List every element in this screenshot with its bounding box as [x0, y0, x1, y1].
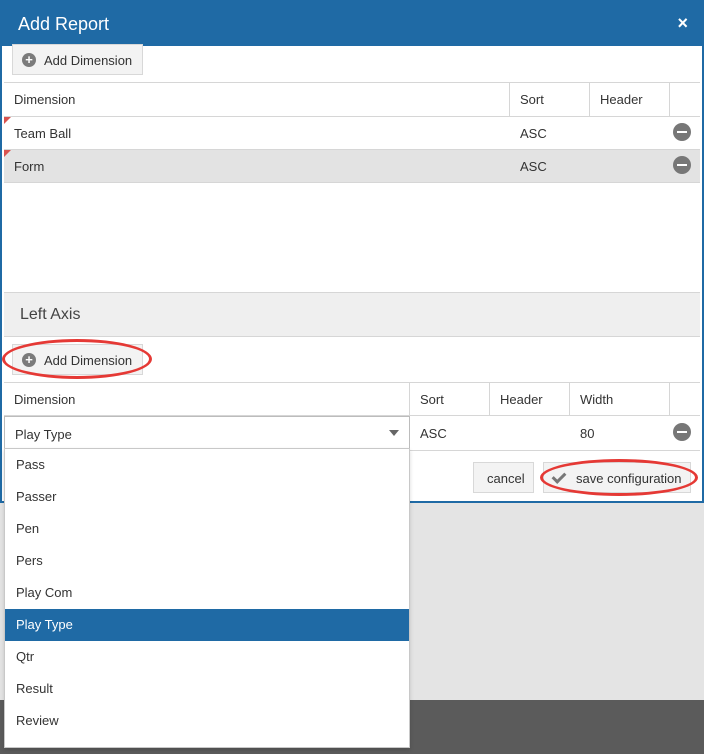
divider	[589, 82, 590, 116]
divider	[409, 382, 410, 415]
divider	[4, 82, 700, 83]
close-icon[interactable]: ×	[677, 13, 688, 34]
dropdown-option[interactable]: Pers	[5, 545, 409, 577]
row-dimension: Form	[14, 159, 45, 174]
left-axis-header: Left Axis	[4, 292, 700, 337]
column-header-sort: Sort	[520, 92, 544, 107]
divider	[4, 182, 700, 183]
save-configuration-button[interactable]: save configuration	[543, 462, 691, 493]
dropdown-option[interactable]: Pass	[5, 449, 409, 481]
column-header-header: Header	[500, 392, 543, 407]
check-icon	[551, 469, 567, 484]
cancel-label: cancel	[487, 471, 525, 486]
row-dimension: Team Ball	[14, 126, 72, 141]
divider	[669, 382, 670, 415]
dropdown-option[interactable]: Play Com	[5, 577, 409, 609]
divider	[669, 82, 670, 116]
add-dimension-label: Add Dimension	[44, 353, 133, 368]
table-row[interactable]: Team Ball ASC	[4, 117, 700, 149]
divider	[569, 382, 570, 415]
dropdown-option[interactable]: Pen	[5, 513, 409, 545]
save-configuration-label: save configuration	[576, 471, 682, 486]
row-sort: ASC	[520, 126, 547, 141]
plus-circle-icon: +	[22, 53, 36, 67]
modal-titlebar: Add Report ×	[2, 2, 702, 46]
cancel-button[interactable]: cancel	[473, 462, 534, 493]
dimension-dropdown-list: Pass Passer Pen Pers Play Com Play Type …	[4, 448, 410, 748]
dropdown-option[interactable]: Result	[5, 673, 409, 705]
table-row[interactable]: Form ASC	[4, 150, 700, 182]
row-width: 80	[580, 426, 595, 441]
row-sort: ASC	[420, 426, 447, 441]
modified-flag	[4, 150, 11, 157]
dropdown-option-selected[interactable]: Play Type	[5, 609, 409, 641]
add-dimension-label: Add Dimension	[44, 53, 133, 68]
remove-row-icon[interactable]	[673, 156, 691, 174]
column-header-header: Header	[600, 92, 643, 107]
dimension-select[interactable]: Play Type	[4, 416, 410, 449]
column-header-dimension: Dimension	[14, 92, 76, 107]
left-axis-title: Left Axis	[20, 306, 81, 323]
column-header-width: Width	[580, 392, 614, 407]
divider	[4, 382, 700, 383]
modified-flag	[4, 117, 11, 124]
add-dimension-button-top[interactable]: + Add Dimension	[12, 44, 143, 75]
add-dimension-button-left-axis[interactable]: + Add Dimension	[12, 344, 143, 375]
plus-circle-icon: +	[22, 353, 36, 367]
caret-down-icon	[389, 430, 399, 436]
remove-row-icon[interactable]	[673, 123, 691, 141]
dropdown-option[interactable]: Qtr	[5, 641, 409, 673]
column-header-dimension: Dimension	[14, 392, 76, 407]
dropdown-option[interactable]: Passer	[5, 481, 409, 513]
divider	[509, 82, 510, 116]
divider	[489, 382, 490, 415]
selected-dimension: Play Type	[15, 427, 72, 442]
column-header-sort: Sort	[420, 392, 444, 407]
modal-title: Add Report	[18, 14, 110, 34]
remove-row-icon[interactable]	[673, 423, 691, 441]
dropdown-option[interactable]: Review	[5, 705, 409, 737]
row-sort: ASC	[520, 159, 547, 174]
